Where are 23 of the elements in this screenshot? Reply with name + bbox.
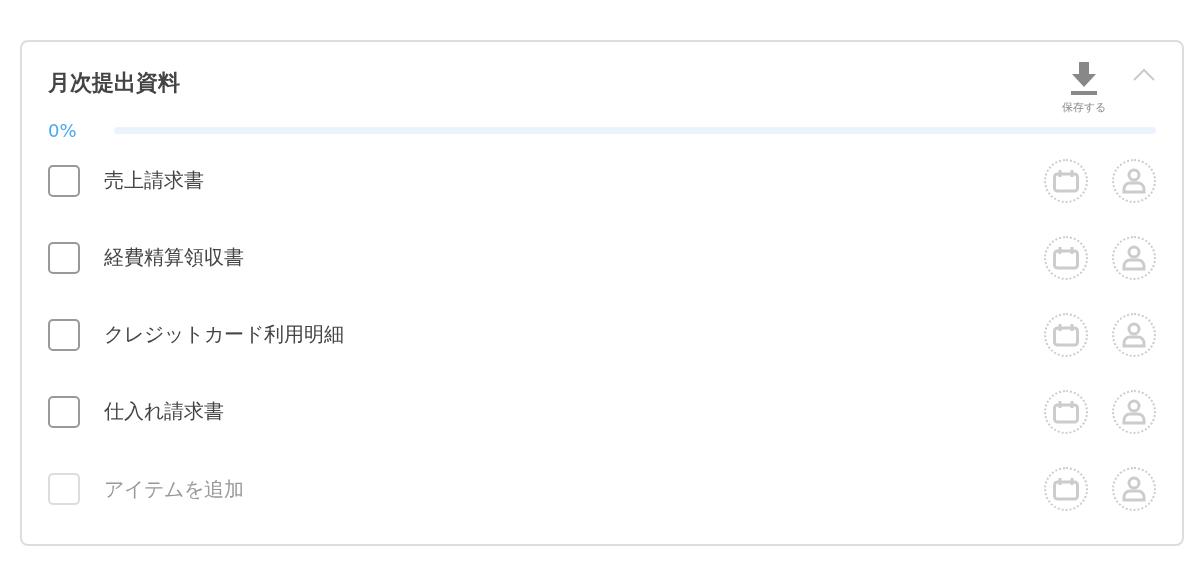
checkbox[interactable]: [48, 395, 80, 428]
save-button[interactable]: 保存する: [1062, 62, 1106, 115]
task-label: 経費精算領収書: [104, 244, 245, 271]
person-icon: [1122, 167, 1146, 194]
card-title: 月次提出資料: [48, 69, 180, 97]
download-icon: [1070, 62, 1098, 96]
person-icon: [1122, 321, 1146, 348]
checkbox[interactable]: [48, 241, 80, 274]
task-label: 仕入れ請求書: [104, 398, 225, 425]
add-item-field[interactable]: アイテムを追加: [104, 476, 1020, 501]
task-label: クレジットカード利用明細: [104, 321, 345, 348]
person-icon: [1122, 244, 1146, 271]
calendar-icon: [1053, 399, 1079, 424]
progress-percent: 0%: [48, 119, 78, 141]
checkbox[interactable]: [48, 318, 80, 351]
checkbox[interactable]: [48, 164, 80, 197]
calendar-icon: [1053, 245, 1079, 270]
calendar-icon: [1053, 168, 1079, 193]
task-label: 売上請求書: [104, 167, 205, 194]
calendar-icon: [1053, 322, 1079, 347]
person-icon: [1122, 398, 1146, 425]
person-icon: [1122, 475, 1146, 502]
calendar-icon: [1053, 476, 1079, 501]
